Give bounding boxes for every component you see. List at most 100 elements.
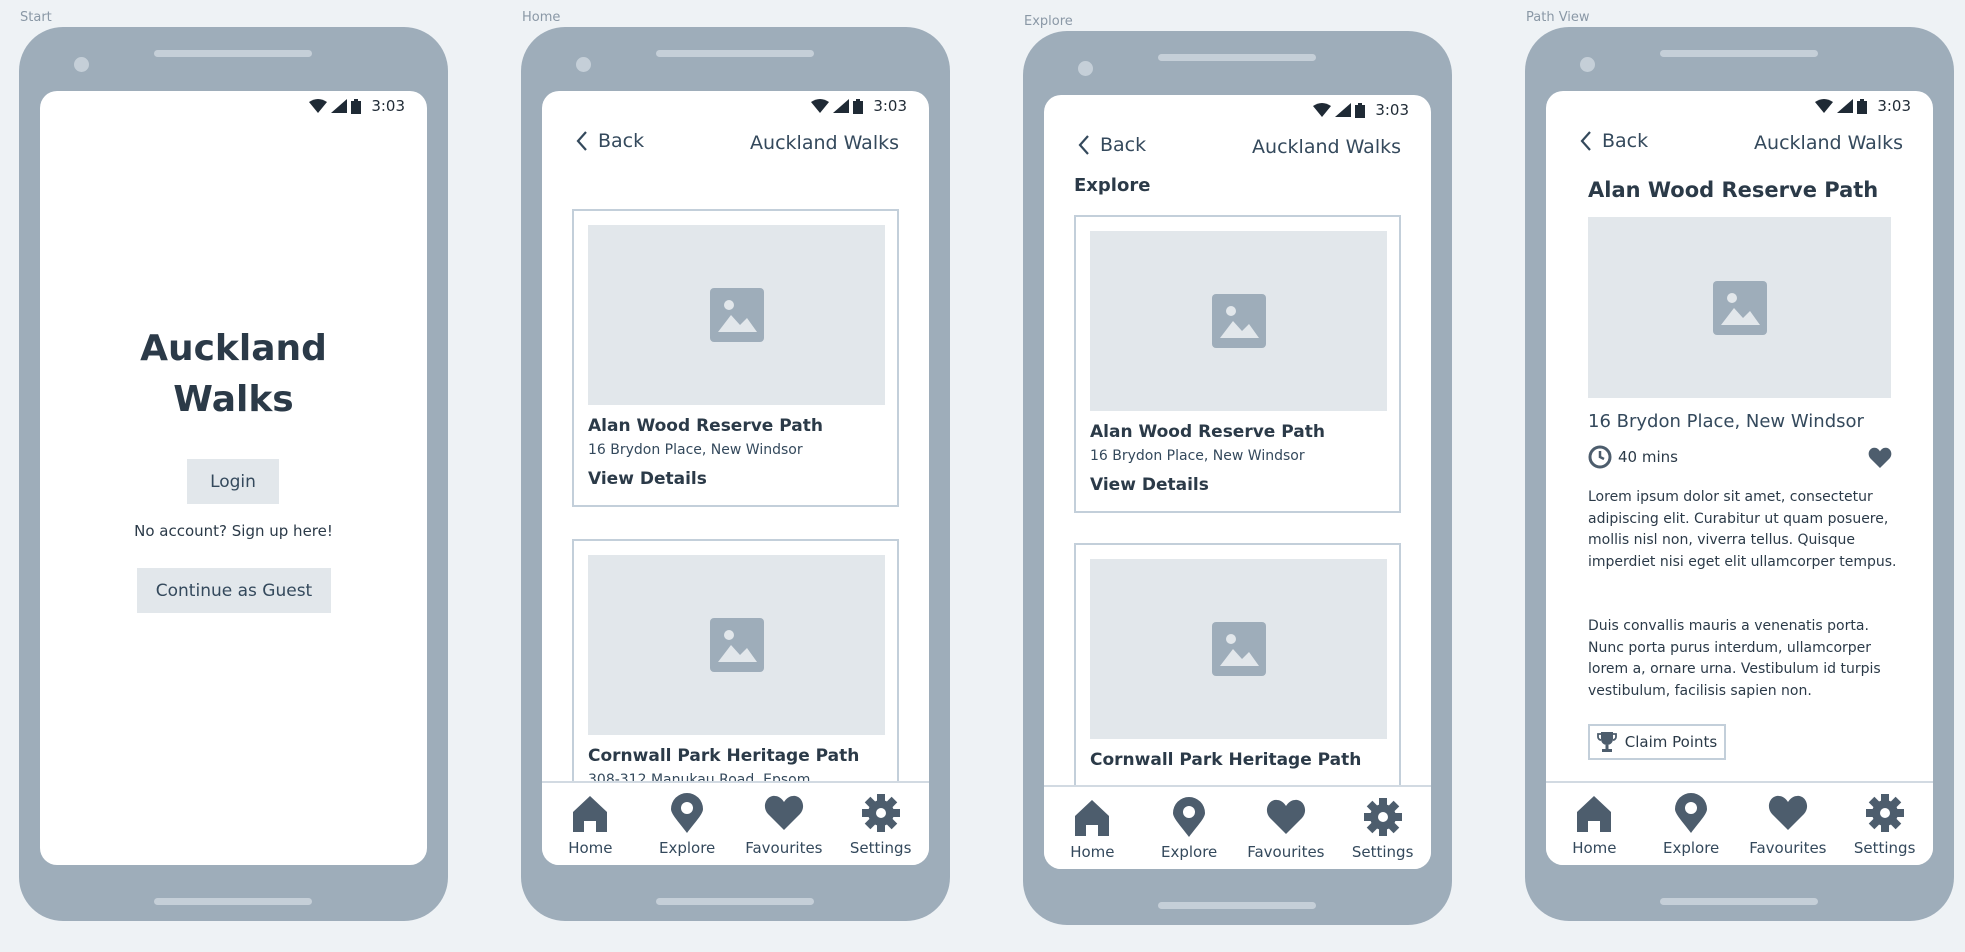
path-image	[1090, 231, 1387, 411]
back-button[interactable]: Back	[1580, 130, 1648, 152]
tab-favourites[interactable]: Favourites	[1238, 787, 1335, 869]
phone-explore: 3:03 Back Auckland Walks Explore Alan Wo…	[1023, 31, 1452, 925]
clock-icon	[1588, 445, 1612, 469]
phone-bottom-bar	[1158, 902, 1316, 909]
back-button[interactable]: Back	[1078, 134, 1146, 156]
phone-path-view: 3:03 Back Auckland Walks Alan Wood Reser…	[1525, 27, 1954, 921]
tab-home[interactable]: Home	[1546, 783, 1643, 865]
tab-bar: Home Explore Favourites Settings	[1546, 781, 1933, 865]
tab-bar: Home Explore Favourites Settings	[1044, 785, 1431, 869]
tab-home[interactable]: Home	[542, 783, 639, 865]
tab-label: Home	[1070, 843, 1115, 861]
status-bar: 3:03	[309, 95, 405, 117]
frame-label-explore: Explore	[1024, 14, 1073, 29]
description-paragraph: Duis convallis mauris a venenatis porta.…	[1588, 618, 1881, 699]
wifi-icon	[1815, 99, 1834, 113]
tab-explore[interactable]: Explore	[639, 783, 736, 865]
tab-label: Explore	[1662, 839, 1720, 857]
wifi-icon	[811, 99, 830, 113]
home-icon	[1577, 796, 1612, 832]
image-icon	[1211, 294, 1266, 348]
tab-explore[interactable]: Explore	[1643, 783, 1740, 865]
tab-label: Explore	[1160, 843, 1218, 861]
duration-row: 40 mins	[1588, 445, 1678, 469]
phone-speaker	[1158, 54, 1316, 61]
chevron-left-icon	[1078, 135, 1089, 155]
duration-text: 40 mins	[1618, 448, 1678, 466]
wifi-icon	[309, 99, 328, 113]
home-icon	[1075, 800, 1110, 836]
claim-points-button[interactable]: Claim Points	[1588, 724, 1726, 760]
gear-icon	[861, 794, 900, 832]
back-label: Back	[1100, 134, 1147, 156]
phone-speaker	[154, 50, 312, 57]
nav-title: Auckland Walks	[1754, 132, 1903, 154]
frame-label-path-view: Path View	[1526, 10, 1590, 25]
screen-path-view: 3:03 Back Auckland Walks Alan Wood Reser…	[1546, 91, 1933, 865]
nav-bar: Back Auckland Walks	[542, 123, 929, 163]
signal-icon	[331, 99, 348, 113]
gear-icon	[1363, 798, 1402, 836]
status-bar: 3:03	[1815, 95, 1911, 117]
tab-favourites[interactable]: Favourites	[736, 783, 833, 865]
tab-settings[interactable]: Settings	[1836, 783, 1933, 865]
path-image	[588, 225, 885, 405]
phone-bottom-bar	[656, 898, 814, 905]
tab-label: Explore	[658, 839, 716, 857]
view-details-link[interactable]: View Details	[1090, 475, 1209, 495]
continue-as-guest-button[interactable]: Continue as Guest	[137, 568, 331, 613]
phone-camera	[1580, 57, 1595, 72]
battery-icon	[351, 98, 362, 114]
back-label: Back	[1602, 130, 1649, 152]
path-title: Alan Wood Reserve Path	[1588, 178, 1879, 202]
path-address: 16 Brydon Place, New Windsor	[588, 442, 803, 458]
trophy-icon	[1596, 732, 1617, 752]
back-label: Back	[598, 130, 645, 152]
tab-explore[interactable]: Explore	[1141, 787, 1238, 869]
phone-home: 3:03 Back Auckland Walks Alan Wood Reser…	[521, 27, 950, 921]
battery-icon	[1857, 98, 1868, 114]
phone-camera	[1078, 61, 1093, 76]
tab-settings[interactable]: Settings	[1334, 787, 1431, 869]
path-card[interactable]: Alan Wood Reserve Path 16 Brydon Place, …	[1074, 215, 1401, 513]
status-time: 3:03	[1877, 97, 1911, 115]
battery-icon	[1355, 102, 1366, 118]
login-button[interactable]: Login	[187, 459, 279, 504]
path-address: 16 Brydon Place, New Windsor	[1090, 448, 1305, 464]
map-pin-icon	[671, 793, 704, 833]
path-card[interactable]: Alan Wood Reserve Path 16 Brydon Place, …	[572, 209, 899, 507]
image-icon	[1712, 280, 1767, 335]
map-pin-icon	[1173, 797, 1206, 837]
tab-label: Settings	[1853, 839, 1916, 857]
tab-favourites[interactable]: Favourites	[1740, 783, 1837, 865]
heart-icon	[1266, 799, 1305, 834]
path-title: Alan Wood Reserve Path	[1090, 422, 1325, 442]
heart-icon[interactable]	[1868, 446, 1892, 468]
tab-settings[interactable]: Settings	[832, 783, 929, 865]
image-icon	[1211, 622, 1266, 676]
phone-bottom-bar	[1660, 898, 1818, 905]
signal-icon	[1335, 103, 1352, 117]
tab-home[interactable]: Home	[1044, 787, 1141, 869]
status-bar: 3:03	[811, 95, 907, 117]
description-paragraph: Lorem ipsum dolor sit amet, consectetur …	[1588, 489, 1897, 570]
view-details-link[interactable]: View Details	[588, 469, 707, 489]
phone-camera	[576, 57, 591, 72]
back-button[interactable]: Back	[576, 130, 644, 152]
tab-label: Home	[568, 839, 613, 857]
frame-label-home: Home	[522, 10, 561, 25]
status-time: 3:03	[371, 97, 405, 115]
signup-link[interactable]: No account? Sign up here!	[40, 522, 427, 540]
nav-bar: Back Auckland Walks	[1044, 127, 1431, 167]
wifi-icon	[1313, 103, 1332, 117]
tab-label: Favourites	[1247, 843, 1325, 861]
signal-icon	[1837, 99, 1854, 113]
nav-title: Auckland Walks	[1252, 136, 1401, 158]
path-title: Cornwall Park Heritage Path	[588, 746, 860, 766]
screen-home: 3:03 Back Auckland Walks Alan Wood Reser…	[542, 91, 929, 865]
frame-label-start: Start	[20, 10, 52, 25]
phone-start: 3:03 Auckland Walks Login No account? Si…	[19, 27, 448, 921]
status-time: 3:03	[873, 97, 907, 115]
path-image	[1090, 559, 1387, 739]
screen-start: 3:03 Auckland Walks Login No account? Si…	[40, 91, 427, 865]
